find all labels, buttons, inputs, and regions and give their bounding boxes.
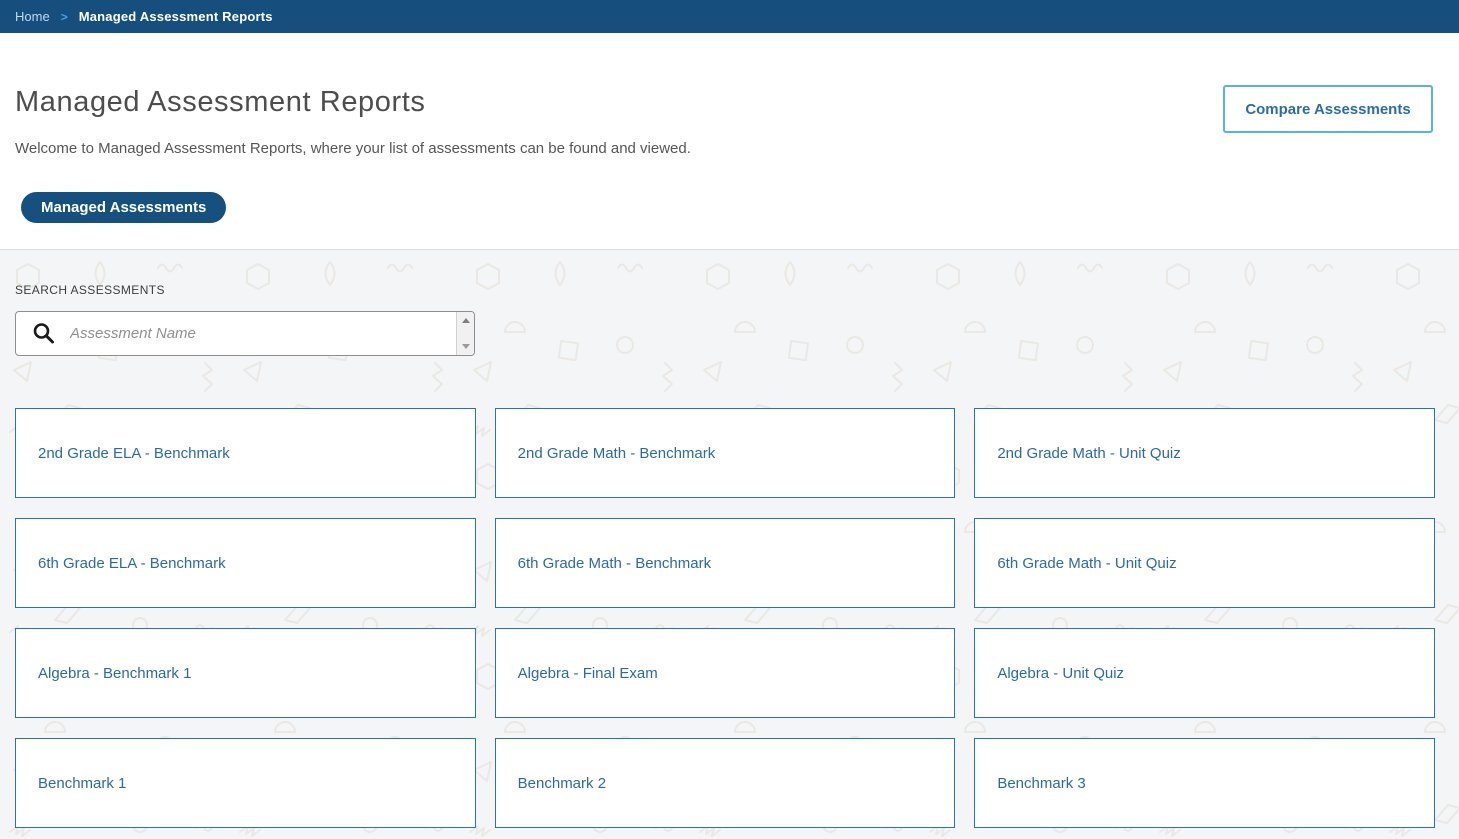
page-subtitle: Welcome to Managed Assessment Reports, w… [15, 140, 1433, 157]
assessment-card-label: Benchmark 3 [997, 775, 1085, 792]
assessment-card[interactable]: 2nd Grade Math - Unit Quiz [974, 408, 1435, 498]
assessment-card-label: 2nd Grade ELA - Benchmark [38, 445, 230, 462]
assessment-card[interactable]: Algebra - Benchmark 1 [15, 628, 476, 718]
assessment-card[interactable]: Algebra - Unit Quiz [974, 628, 1435, 718]
assessment-card-label: Benchmark 1 [38, 775, 126, 792]
assessment-card[interactable]: 2nd Grade ELA - Benchmark [15, 408, 476, 498]
search-assessments-label: SEARCH ASSESSMENTS [15, 283, 1435, 297]
compare-assessments-button[interactable]: Compare Assessments [1223, 85, 1433, 133]
assessments-section: SEARCH ASSESSMENTS 2nd Grade ELA - Bench… [0, 250, 1459, 839]
breadcrumb-separator: > [61, 10, 68, 24]
breadcrumb: Home > Managed Assessment Reports [0, 0, 1459, 33]
breadcrumb-current-page: Managed Assessment Reports [79, 9, 273, 24]
assessment-card-label: Algebra - Benchmark 1 [38, 665, 191, 682]
assessment-card[interactable]: 6th Grade Math - Benchmark [495, 518, 956, 608]
input-scrollbar[interactable] [456, 312, 474, 355]
assessment-card-label: 6th Grade Math - Unit Quiz [997, 555, 1176, 572]
assessment-card[interactable]: Benchmark 1 [15, 738, 476, 828]
assessment-card-label: 2nd Grade Math - Unit Quiz [997, 445, 1180, 462]
assessment-card-label: Benchmark 2 [518, 775, 606, 792]
page-title: Managed Assessment Reports [15, 86, 1433, 119]
assessment-card[interactable]: Benchmark 2 [495, 738, 956, 828]
page-header: Managed Assessment Reports Welcome to Ma… [0, 33, 1459, 250]
assessment-card-label: Algebra - Final Exam [518, 665, 658, 682]
search-box [15, 311, 475, 356]
assessment-card[interactable]: 6th Grade Math - Unit Quiz [974, 518, 1435, 608]
assessment-card-label: 6th Grade ELA - Benchmark [38, 555, 226, 572]
triangle-up-icon[interactable] [462, 318, 470, 323]
assessment-grid: 2nd Grade ELA - Benchmark 2nd Grade Math… [15, 408, 1435, 828]
search-input[interactable] [70, 312, 456, 355]
triangle-down-icon[interactable] [462, 344, 470, 349]
assessment-card-label: Algebra - Unit Quiz [997, 665, 1124, 682]
assessment-card-label: 6th Grade Math - Benchmark [518, 555, 711, 572]
search-icon [32, 322, 55, 345]
assessment-card[interactable]: 6th Grade ELA - Benchmark [15, 518, 476, 608]
assessment-card[interactable]: Benchmark 3 [974, 738, 1435, 828]
assessment-card[interactable]: 2nd Grade Math - Benchmark [495, 408, 956, 498]
assessment-card[interactable]: Algebra - Final Exam [495, 628, 956, 718]
breadcrumb-home-link[interactable]: Home [15, 9, 50, 24]
assessment-card-label: 2nd Grade Math - Benchmark [518, 445, 716, 462]
managed-assessments-tab[interactable]: Managed Assessments [21, 192, 226, 223]
